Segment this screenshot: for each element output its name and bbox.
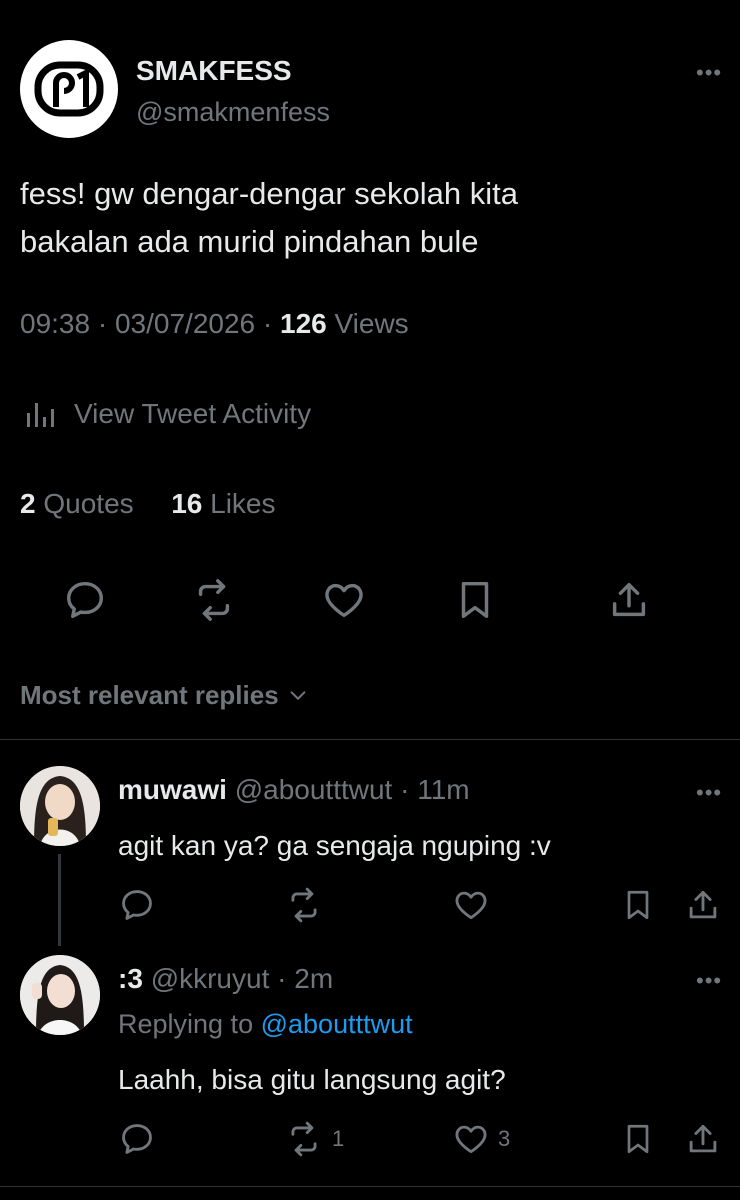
more-icon[interactable]: ••• [696,780,722,806]
meta-separator: · [262,308,280,339]
reply-button[interactable] [118,886,156,924]
views-label: Views [334,308,409,339]
tweet-text-line: bakalan ada murid pindahan bule [20,224,479,259]
retweet-count: 1 [332,1126,345,1151]
share-icon [689,1124,717,1153]
likes-label: Likes [210,488,276,519]
avatar-photo [20,955,100,1035]
like-icon [455,891,487,920]
retweet-button[interactable]: 1 [284,1120,344,1158]
bookmark-icon [627,1124,649,1154]
views-count: 126 [280,308,327,339]
bookmark-button[interactable] [620,1120,656,1158]
bookmark-button[interactable] [620,886,656,924]
tweet-handle[interactable]: @smakmenfess [136,97,330,128]
replies-sort-dropdown[interactable]: Most relevant replies [20,680,309,711]
like-button[interactable]: 3 [452,1120,510,1158]
retweet-button[interactable] [190,577,238,623]
reply-avatar[interactable] [20,955,100,1035]
reply-handle[interactable]: @aboutttwut [235,774,393,805]
like-button[interactable] [452,886,490,924]
more-icon[interactable]: ••• [696,968,722,994]
avatar-photo [20,766,100,846]
like-icon [325,583,363,618]
like-icon [455,1125,487,1154]
tweet-stats: 2 Quotes 16 Likes [20,488,276,520]
reply-display-name[interactable]: :3 [118,963,143,994]
tweet-date[interactable]: 03/07/2026 [115,308,255,339]
share-icon [689,890,717,919]
replying-to: Replying to @aboutttwut [118,1009,413,1040]
account-avatar-logo[interactable] [20,40,118,138]
reply-button[interactable] [118,1120,156,1158]
meta-separator: · [400,774,418,805]
smakfess-logo-icon [34,61,104,117]
reply-header: :3 @kkruyut · 2m [118,963,333,995]
share-button[interactable] [606,577,652,623]
reply-header: muwawi @aboutttwut · 11m [118,774,470,806]
quotes-count: 2 [20,488,36,519]
retweet-icon [291,1121,317,1157]
tweet-time[interactable]: 09:38 [20,308,90,339]
replies-sort-label: Most relevant replies [20,680,279,710]
reply-icon [122,890,152,920]
bookmark-button[interactable] [452,577,498,623]
thread-line [58,854,61,946]
quotes-label: Quotes [43,488,134,519]
view-tweet-activity[interactable]: View Tweet Activity [24,397,311,431]
analytics-icon [27,403,54,427]
reply-icon [66,581,104,619]
divider [0,739,740,740]
share-button[interactable] [684,886,722,924]
chevron-down-icon [290,690,306,700]
retweet-button[interactable] [284,886,324,924]
bookmark-icon [461,581,489,619]
meta-separator: · [277,963,295,994]
like-button[interactable] [320,577,368,623]
likes-count: 16 [171,488,203,519]
meta-separator: · [97,308,115,339]
retweet-icon [198,579,230,621]
reply-icon [122,1124,152,1154]
reply-handle[interactable]: @kkruyut [151,963,270,994]
tweet-display-name[interactable]: SMAKFESS [136,55,292,87]
share-button[interactable] [684,1120,722,1158]
tweet-text: fess! gw dengar-dengar sekolah kita baka… [20,170,700,266]
reply-time[interactable]: 2m [294,963,333,994]
reply-avatar[interactable] [20,766,100,846]
bookmark-icon [627,890,649,920]
share-icon [612,582,646,617]
reply-text: Laahh, bisa gitu langsung agit? [118,1064,506,1095]
like-count: 3 [498,1126,511,1151]
reply-text: agit kan ya? ga sengaja nguping :v [118,830,551,861]
tweet-meta: 09:38 · 03/07/2026 · 126 Views [20,308,409,340]
tweet-text-line: fess! gw dengar-dengar sekolah kita [20,176,519,211]
divider [0,1186,740,1187]
replying-to-label: Replying to [118,1009,254,1039]
reply-button[interactable] [62,577,108,623]
more-icon[interactable]: ••• [696,60,722,86]
reply-time[interactable]: 11m [417,774,469,805]
replying-to-handle[interactable]: @aboutttwut [261,1009,413,1039]
reply-display-name[interactable]: muwawi [118,774,227,805]
likes-stat[interactable]: 16 Likes [171,488,275,519]
tweet-action-bar [0,575,740,625]
retweet-icon [291,887,317,923]
quotes-stat[interactable]: 2 Quotes [20,488,134,519]
view-tweet-activity-label: View Tweet Activity [74,398,312,429]
